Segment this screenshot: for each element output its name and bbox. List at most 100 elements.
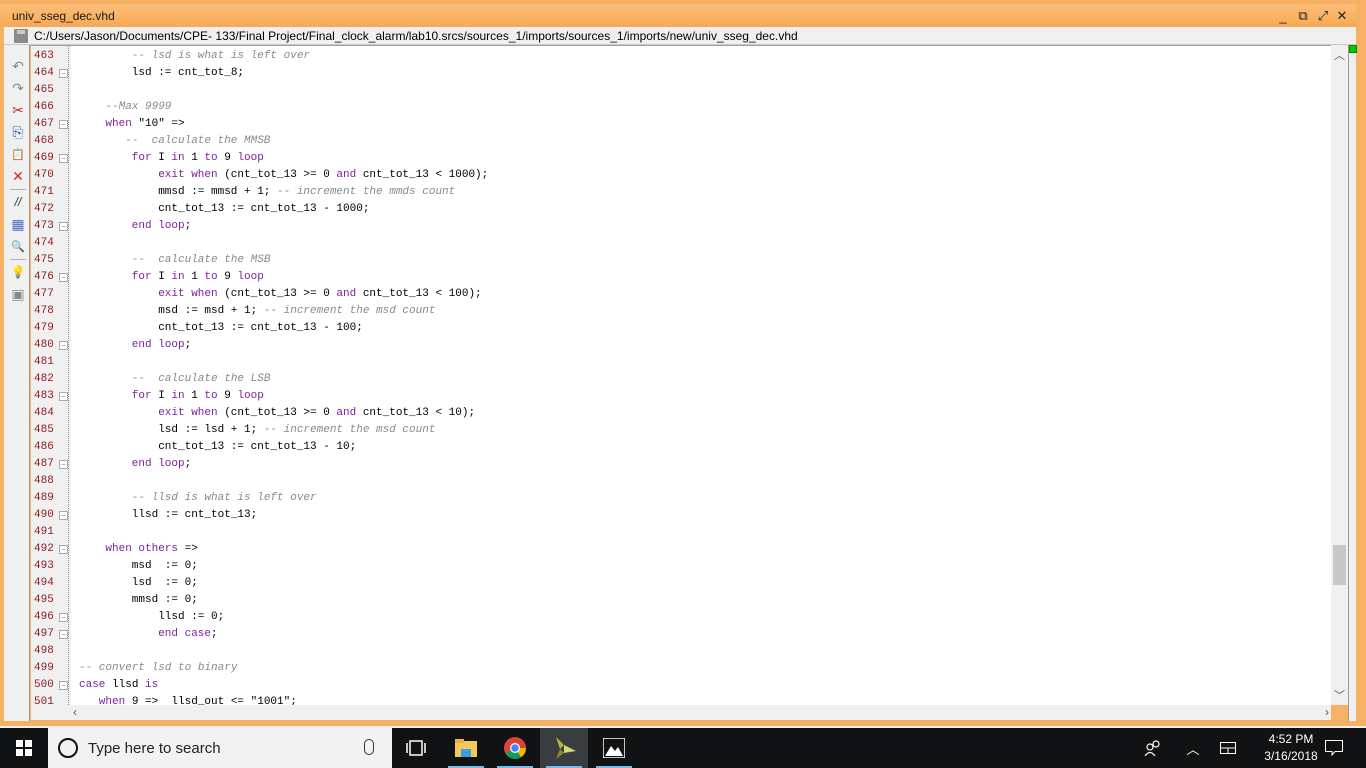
code-line[interactable]: -- lsd is what is left over — [132, 48, 310, 65]
fold-collapse-icon[interactable]: − — [59, 545, 68, 554]
code-token: lsd := cnt_tot_8; — [131, 67, 245, 79]
fold-collapse-icon[interactable]: − — [59, 120, 68, 129]
code-token: ; — [184, 339, 192, 351]
code-line[interactable]: mmsd := 0; — [132, 592, 198, 609]
show-hidden-icons-chevron-up-icon[interactable]: ︿ — [1183, 728, 1203, 768]
select-all-icon[interactable]: ▦ — [9, 215, 27, 233]
code-line[interactable]: cnt_tot_13 := cnt_tot_13 - 10; — [158, 439, 356, 456]
code-line[interactable]: cnt_tot_13 := cnt_tot_13 - 1000; — [158, 201, 369, 218]
line-number: 492 — [34, 543, 54, 555]
taskbar-chrome[interactable] — [491, 728, 539, 768]
code-line[interactable]: llsd := 0; — [158, 609, 224, 626]
float-button[interactable]: ⤢ — [1313, 7, 1333, 25]
people-icon[interactable] — [1143, 728, 1163, 768]
code-line[interactable]: -- calculate the MMSB — [125, 133, 270, 150]
restore-button[interactable]: ⧉ — [1293, 7, 1313, 25]
taskbar-photos[interactable] — [590, 728, 638, 768]
tablet-mode-icon[interactable] — [1218, 728, 1238, 768]
microphone-icon[interactable] — [364, 739, 374, 755]
minimize-button[interactable]: _ — [1273, 7, 1293, 25]
code-line[interactable]: when others => — [105, 541, 197, 558]
taskbar-file-explorer[interactable] — [442, 728, 490, 768]
fold-collapse-icon[interactable]: − — [59, 392, 68, 401]
action-center-icon[interactable] — [1322, 728, 1346, 768]
hint-bulb-icon[interactable]: 💡 — [9, 263, 27, 281]
taskbar-vivado[interactable] — [540, 728, 588, 768]
scroll-down-icon[interactable]: ﹀ — [1331, 687, 1348, 703]
undo-icon[interactable]: ↶ — [9, 57, 27, 75]
code-token: I — [158, 390, 172, 402]
fold-end-icon[interactable]: − — [59, 630, 68, 639]
code-line[interactable]: for I in 1 to 9 loop — [132, 388, 264, 405]
code-line[interactable]: msd := 0; — [132, 558, 198, 575]
fold-collapse-icon[interactable]: − — [59, 681, 68, 690]
fold-collapse-icon[interactable]: − — [59, 273, 68, 282]
code-line[interactable]: --Max 9999 — [105, 99, 171, 116]
code-line[interactable]: end loop; — [132, 456, 191, 473]
fold-end-icon[interactable]: − — [59, 613, 68, 622]
code-line[interactable]: -- calculate the LSB — [132, 371, 271, 388]
keyword-token: exit when — [158, 288, 225, 300]
code-token: msd := msd + 1; — [158, 305, 264, 317]
copy-icon[interactable]: ⎘ — [9, 123, 27, 141]
close-button[interactable]: ✕ — [1332, 7, 1352, 25]
fold-end-icon[interactable]: − — [59, 69, 68, 78]
insert-template-icon[interactable]: ▣ — [9, 285, 27, 303]
code-line[interactable]: for I in 1 to 9 loop — [132, 269, 264, 286]
code-line[interactable]: lsd := lsd + 1; -- increment the msd cou… — [158, 422, 435, 439]
task-view-button[interactable] — [392, 728, 440, 768]
scroll-left-icon[interactable]: ‹ — [73, 705, 77, 719]
scroll-right-icon[interactable]: › — [1325, 705, 1329, 719]
fold-collapse-icon[interactable]: − — [59, 154, 68, 163]
cortana-icon — [58, 738, 78, 758]
code-line[interactable]: case llsd is — [79, 677, 158, 694]
status-ok-indicator — [1349, 45, 1357, 53]
fold-end-icon[interactable]: − — [59, 341, 68, 350]
vertical-scroll-thumb[interactable] — [1333, 545, 1346, 585]
fold-end-icon[interactable]: − — [59, 222, 68, 231]
code-line[interactable]: exit when (cnt_tot_13 >= 0 and cnt_tot_1… — [158, 167, 488, 184]
code-line[interactable]: when "10" => — [105, 116, 184, 133]
keyword-token: loop — [237, 271, 264, 283]
line-number: 467 — [34, 118, 54, 130]
code-line[interactable]: -- calculate the MSB — [132, 252, 271, 269]
code-line[interactable]: -- convert lsd to binary — [79, 660, 237, 677]
paste-icon[interactable]: 📋 — [9, 145, 27, 163]
title-bar[interactable]: univ_sseg_dec.vhd _ ⧉ ⤢ ✕ — [0, 4, 1356, 27]
code-token: 1 — [191, 390, 205, 402]
windows-logo-icon — [16, 740, 32, 756]
code-line[interactable]: lsd := 0; — [132, 575, 198, 592]
code-line[interactable]: end case; — [158, 626, 217, 643]
delete-icon[interactable]: ✕ — [9, 167, 27, 185]
code-token: cnt_tot_13 := cnt_tot_13 - 100; — [158, 322, 363, 334]
taskbar-search[interactable]: Type here to search — [48, 728, 392, 768]
redo-icon[interactable]: ↷ — [9, 79, 27, 97]
code-line[interactable]: mmsd := mmsd + 1; -- increment the mmds … — [158, 184, 455, 201]
save-icon[interactable] — [14, 29, 28, 43]
scroll-up-icon[interactable]: ︿ — [1331, 47, 1348, 63]
fold-end-icon[interactable]: − — [59, 460, 68, 469]
fold-end-icon[interactable]: − — [59, 511, 68, 520]
cut-icon[interactable]: ✂ — [9, 101, 27, 119]
code-line[interactable]: end loop; — [132, 337, 191, 354]
line-number: 468 — [34, 135, 54, 147]
code-line[interactable]: lsd := cnt_tot_8; — [132, 65, 244, 82]
system-clock[interactable]: 4:52 PM 3/16/2018 — [1256, 731, 1326, 765]
vertical-scrollbar[interactable]: ︿ ﹀ — [1331, 45, 1348, 705]
code-line[interactable]: -- llsd is what is left over — [132, 490, 317, 507]
code-line[interactable]: cnt_tot_13 := cnt_tot_13 - 100; — [158, 320, 363, 337]
start-button[interactable] — [0, 728, 48, 768]
code-editor[interactable]: 463 464−465 466 467−468 469−470 471 472 473−474… — [31, 45, 1331, 705]
code-line[interactable]: llsd := cnt_tot_13; — [132, 507, 257, 524]
taskbar: Type here to search ︿ 4:52 PM 3/16/2018 — [0, 728, 1366, 768]
comment-token: --Max 9999 — [105, 101, 172, 113]
horizontal-scrollbar[interactable]: ‹ › — [31, 705, 1331, 720]
code-line[interactable]: when 9 => llsd_out <= "1001"; — [99, 694, 297, 705]
comment-icon[interactable]: // — [9, 193, 27, 211]
code-line[interactable]: exit when (cnt_tot_13 >= 0 and cnt_tot_1… — [158, 286, 481, 303]
code-line[interactable]: end loop; — [132, 218, 191, 235]
find-icon[interactable]: 🔍 — [9, 237, 27, 255]
code-line[interactable]: msd := msd + 1; -- increment the msd cou… — [158, 303, 435, 320]
code-line[interactable]: for I in 1 to 9 loop — [132, 150, 264, 167]
code-line[interactable]: exit when (cnt_tot_13 >= 0 and cnt_tot_1… — [158, 405, 475, 422]
